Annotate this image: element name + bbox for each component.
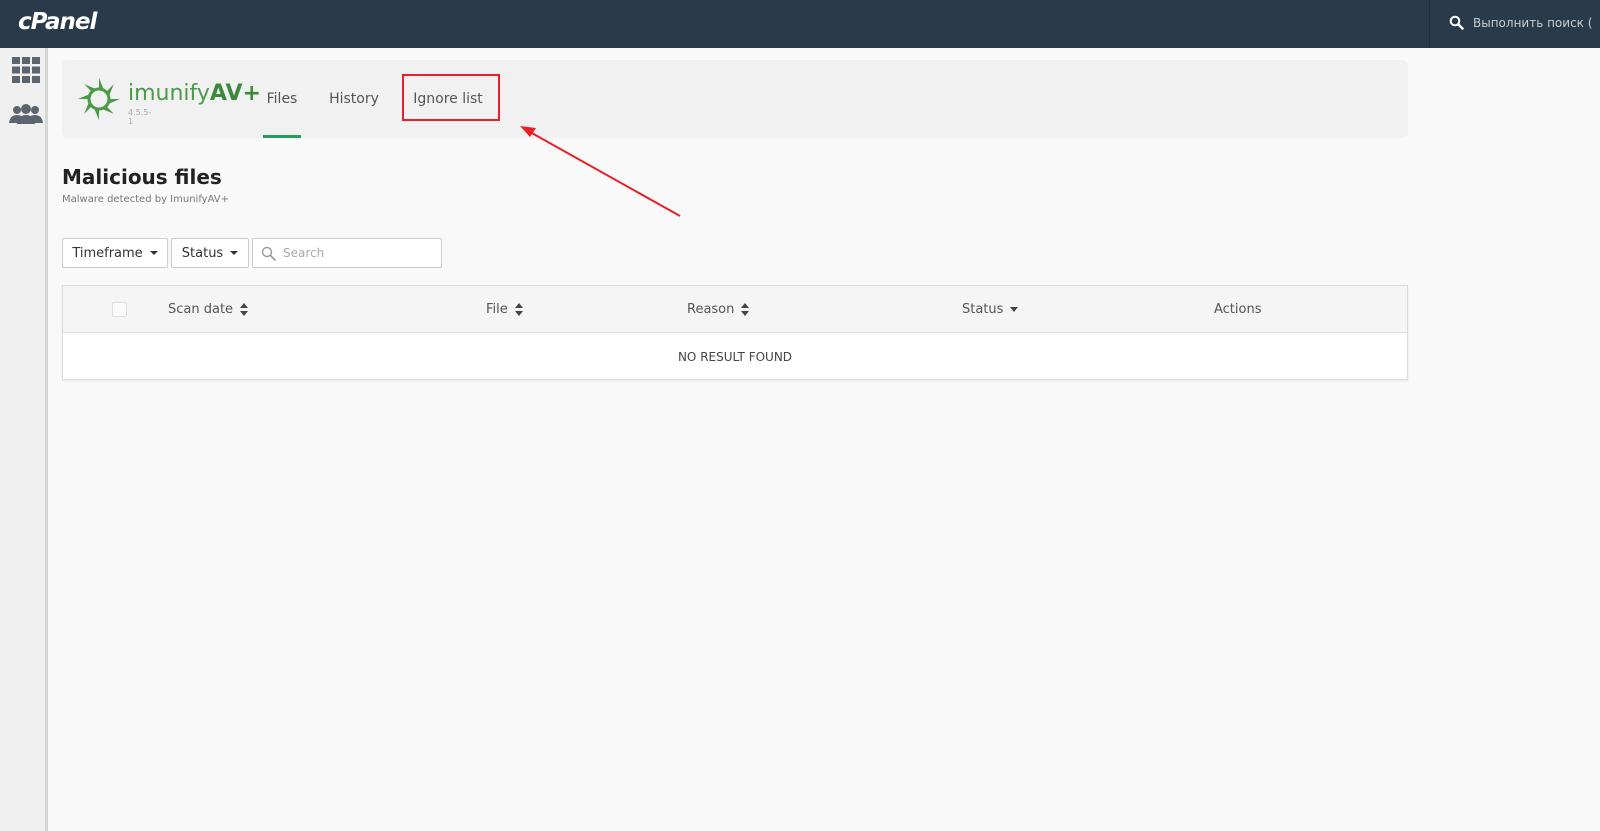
column-status[interactable]: Status [962, 286, 1019, 333]
search-field[interactable] [252, 238, 442, 268]
column-actions-label: Actions [1214, 302, 1262, 317]
column-reason-label: Reason [687, 302, 735, 317]
timeframe-label: Timeframe [72, 245, 143, 261]
imunify-name-suffix: AV+ [209, 81, 261, 106]
users-icon[interactable] [9, 104, 43, 124]
top-bar: cPanel Выполнить поиск ( [0, 0, 1600, 48]
global-search[interactable]: Выполнить поиск ( [1429, 0, 1600, 48]
column-scan-date-label: Scan date [168, 302, 234, 317]
search-icon [261, 246, 276, 261]
search-icon [1449, 15, 1464, 30]
sort-icon [240, 303, 249, 316]
page-title: Malicious files [62, 165, 222, 189]
tab-files[interactable]: Files [263, 60, 301, 138]
global-search-placeholder: Выполнить поиск ( [1473, 16, 1593, 30]
tab-history[interactable]: History [329, 60, 379, 138]
imunify-name-prefix: imunify [128, 81, 210, 106]
status-dropdown[interactable]: Status [171, 238, 249, 268]
column-file-label: File [486, 302, 508, 317]
apps-grid-icon[interactable] [12, 57, 40, 83]
timeframe-dropdown[interactable]: Timeframe [62, 238, 168, 268]
left-rail [0, 48, 48, 831]
imunify-name: imunifyAV+ [128, 81, 261, 106]
plugin-header: imunifyAV+ 4.5.5-1 Files History Ignore … [62, 60, 1408, 138]
plugin-version: 4.5.5-1 [128, 108, 152, 126]
empty-state: NO RESULT FOUND [677, 349, 793, 364]
table-header: Scan date File Reason Status Actions [63, 286, 1407, 333]
tab-history-label: History [329, 91, 379, 107]
search-input[interactable] [281, 243, 436, 263]
sort-icon [514, 303, 523, 316]
malicious-files-table: Scan date File Reason Status Actions NO … [62, 285, 1408, 380]
sort-down-icon [1010, 307, 1019, 312]
tab-files-label: Files [266, 91, 298, 107]
status-filter-label: Status [181, 245, 224, 261]
select-all-checkbox[interactable] [112, 302, 127, 317]
sort-icon [741, 303, 750, 316]
cpanel-logo[interactable]: cPanel [18, 9, 97, 35]
caret-down-icon [230, 251, 239, 255]
ignore-list-highlight [402, 74, 500, 121]
column-scan-date[interactable]: Scan date [168, 286, 249, 333]
column-actions: Actions [1214, 286, 1262, 333]
column-status-label: Status [962, 302, 1004, 317]
column-reason[interactable]: Reason [687, 286, 750, 333]
column-file[interactable]: File [486, 286, 523, 333]
page-subtitle: Malware detected by ImunifyAV+ [62, 194, 230, 205]
caret-down-icon [149, 251, 158, 255]
imunify-logo-icon [78, 78, 120, 120]
